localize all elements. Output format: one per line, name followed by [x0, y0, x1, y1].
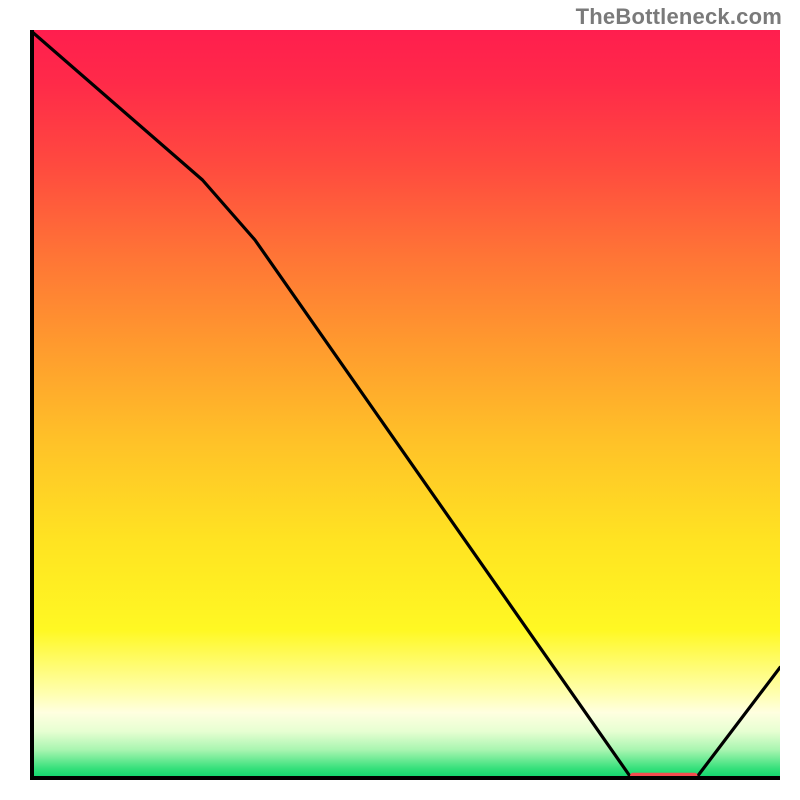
chart-plot-area — [30, 30, 780, 780]
watermark-text: TheBottleneck.com — [576, 4, 782, 30]
chart-stage: TheBottleneck.com — [0, 0, 800, 800]
chart-background — [30, 30, 780, 780]
chart-svg — [30, 30, 780, 780]
